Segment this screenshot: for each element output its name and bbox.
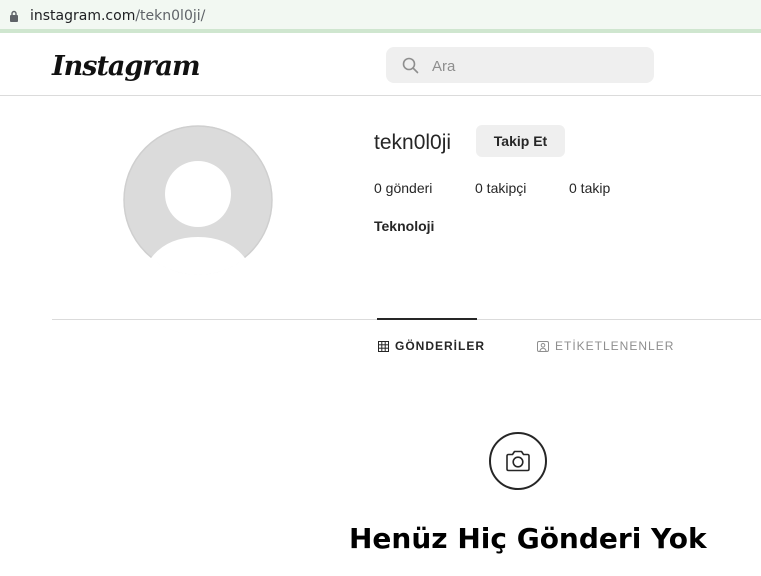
profile-username: tekn0l0ji	[374, 131, 452, 154]
tab-tagged-label: ETİKETLENENLER	[555, 339, 675, 353]
url-domain: instagram.com	[30, 8, 136, 24]
following-count[interactable]: 0 takip	[569, 180, 610, 196]
grid-icon	[378, 340, 389, 352]
instagram-logo[interactable]: Instagram	[52, 51, 201, 82]
tag-icon	[537, 340, 549, 352]
tab-posts-label: GÖNDERİLER	[395, 339, 486, 353]
search-icon	[402, 57, 419, 74]
profile-full-name: Teknoloji	[374, 218, 435, 234]
empty-state-camera	[489, 432, 547, 490]
tab-posts[interactable]: GÖNDERİLER	[378, 339, 485, 353]
default-avatar-icon	[123, 125, 273, 275]
empty-state-title: Henüz Hiç Gönderi Yok	[349, 522, 707, 555]
followers-count[interactable]: 0 takipçi	[475, 180, 526, 196]
lock-icon	[10, 10, 18, 22]
url-text[interactable]: instagram.com/tekn0l0ji/	[30, 8, 205, 24]
posts-count: 0 gönderi	[374, 180, 433, 196]
follow-button[interactable]: Takip Et	[476, 125, 565, 157]
search-box[interactable]	[386, 47, 654, 83]
browser-address-bar[interactable]: instagram.com/tekn0l0ji/	[0, 0, 761, 33]
url-path: /tekn0l0ji/	[135, 8, 206, 24]
top-navigation: Instagram	[0, 35, 761, 96]
active-tab-indicator	[377, 318, 477, 320]
search-input[interactable]	[430, 54, 634, 78]
tab-tagged[interactable]: ETİKETLENENLER	[537, 339, 674, 353]
camera-icon	[506, 450, 530, 472]
profile-avatar[interactable]	[123, 125, 273, 275]
